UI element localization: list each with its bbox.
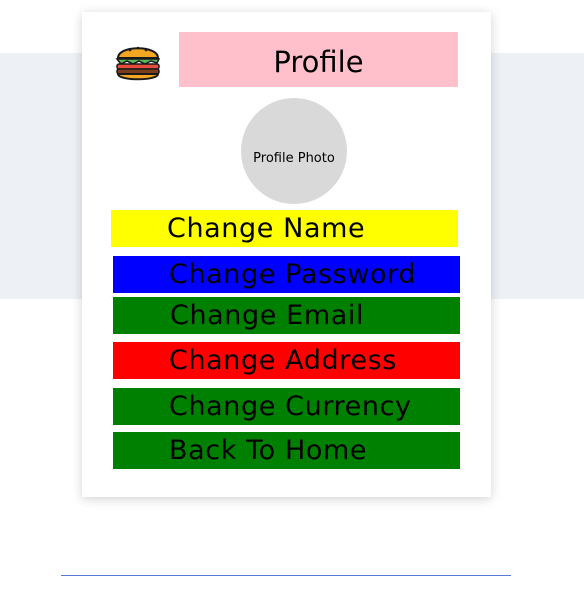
change-currency-button[interactable]: Change Currency — [113, 388, 460, 425]
back-to-home-label: Back To Home — [169, 435, 368, 466]
change-email-button[interactable]: Change Email — [113, 297, 460, 334]
burger-icon — [113, 37, 163, 85]
change-address-label: Change Address — [169, 345, 397, 376]
change-name-label: Change Name — [167, 213, 366, 244]
profile-card: Profile Profile Photo Change Name Change… — [82, 12, 491, 497]
page-title: Profile — [273, 45, 364, 79]
change-password-label: Change Password — [169, 259, 417, 290]
profile-photo-label: Profile Photo — [253, 151, 335, 166]
back-to-home-button[interactable]: Back To Home — [113, 432, 460, 469]
profile-photo[interactable]: Profile Photo — [241, 98, 347, 204]
change-password-button[interactable]: Change Password — [113, 256, 460, 293]
bottom-divider — [61, 575, 511, 576]
change-address-button[interactable]: Change Address — [113, 342, 460, 379]
change-email-label: Change Email — [170, 300, 365, 331]
profile-title-box: Profile — [179, 32, 458, 87]
change-name-button[interactable]: Change Name — [111, 210, 458, 247]
change-currency-label: Change Currency — [169, 391, 412, 422]
